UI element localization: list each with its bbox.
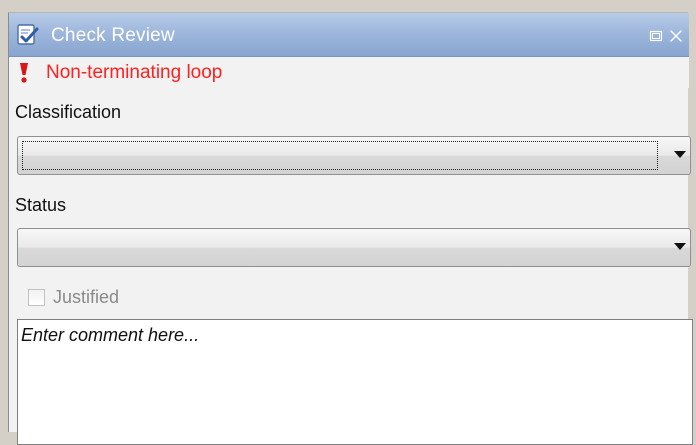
- focus-indicator: [22, 141, 658, 170]
- check-review-panel: Check Review Non-terminating loop Classi…: [8, 12, 693, 445]
- justified-checkbox-box[interactable]: [28, 288, 45, 306]
- justified-checkbox[interactable]: Justified: [19, 285, 119, 309]
- comment-field[interactable]: [17, 319, 693, 445]
- classification-label: Classification: [15, 102, 122, 122]
- title-actions: [649, 26, 683, 46]
- restore-icon[interactable]: [649, 29, 663, 43]
- chevron-down-icon[interactable]: [674, 151, 686, 159]
- status-label: Status: [15, 195, 67, 215]
- close-icon[interactable]: [669, 29, 683, 43]
- title-bar: Check Review: [9, 13, 689, 57]
- classification-select[interactable]: [17, 136, 691, 175]
- warning-row: Non-terminating loop: [9, 57, 689, 88]
- panel-title: Check Review: [51, 25, 175, 46]
- check-review-icon: [17, 24, 39, 45]
- justified-label: Justified: [53, 286, 120, 307]
- warning-text: Non-terminating loop: [46, 62, 223, 83]
- exclamation-icon: [20, 63, 28, 83]
- status-select[interactable]: [17, 228, 691, 267]
- chevron-down-icon[interactable]: [674, 243, 686, 251]
